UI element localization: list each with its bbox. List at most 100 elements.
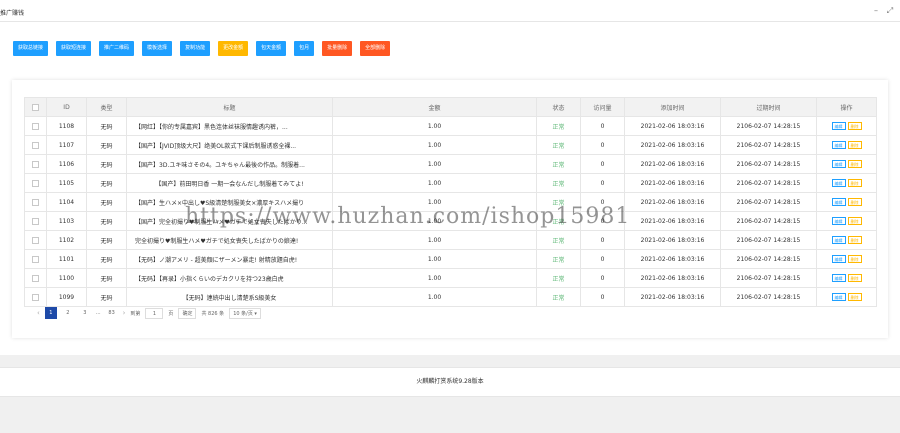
cell-added-time: 2021-02-06 18:03:16 bbox=[624, 230, 721, 250]
header-expire-time[interactable]: 过期时间 bbox=[720, 97, 817, 117]
delete-button[interactable]: 删除 bbox=[847, 236, 862, 244]
edit-button[interactable]: 编辑 bbox=[831, 141, 846, 149]
cell-amount: 1.00 bbox=[332, 249, 537, 269]
row-checkbox[interactable] bbox=[24, 287, 47, 307]
cell-id: 1100 bbox=[46, 268, 87, 288]
table-row[interactable]: 1103 无码 【国产】完全初撮り♥制服生ハメ♥ガチで処女喪失したばかり... 1.0… bbox=[24, 211, 877, 231]
cell-expire-time: 2106-02-07 14:28:15 bbox=[720, 249, 817, 269]
cell-added-time: 2021-02-06 18:03:16 bbox=[624, 211, 721, 231]
delete-button[interactable]: 删除 bbox=[847, 198, 862, 206]
cell-title: 【无码】【再录】小指くらいのデカクリを持つ23歳白虎 bbox=[126, 268, 333, 288]
delete-button[interactable]: 删除 bbox=[847, 217, 862, 225]
header-status[interactable]: 状态 bbox=[536, 97, 581, 117]
cell-title: 完全初撮り♥制服生ハメ♥ガチで処女喪失したばかりの娘達! bbox=[126, 230, 333, 250]
toolbar-button-5[interactable]: 复制功能 bbox=[180, 41, 211, 56]
cell-expire-time: 2106-02-07 14:28:15 bbox=[720, 230, 817, 250]
delete-button[interactable]: 删除 bbox=[847, 293, 862, 301]
goto-page-input[interactable]: 1 bbox=[145, 307, 164, 319]
toolbar-button-3[interactable]: 推广二维码 bbox=[99, 41, 135, 56]
table-row[interactable]: 1101 无码 【无码】ノ潮アメリ - 超美顔にザーメン暴走! 射精放題自虎! 1.0… bbox=[24, 249, 877, 269]
header-added-time[interactable]: 添加时间 bbox=[624, 97, 721, 117]
cell-visits: 0 bbox=[580, 135, 625, 155]
row-checkbox[interactable] bbox=[24, 173, 47, 193]
table-row[interactable]: 1099 无码 【无码】連続中出し清楚系S級美女 1.00 正常 0 2021-02-06 … bbox=[24, 287, 877, 307]
maximize-icon[interactable]: ⤢ bbox=[886, 7, 894, 15]
row-checkbox[interactable] bbox=[24, 135, 47, 155]
cell-type: 无码 bbox=[86, 230, 127, 250]
delete-button[interactable]: 删除 bbox=[847, 122, 862, 130]
header-amount[interactable]: 金额 bbox=[332, 97, 537, 117]
window-titlebar: 推广赚钱 – ⤢ bbox=[0, 0, 900, 22]
next-page-button[interactable]: › bbox=[123, 309, 126, 317]
table-row[interactable]: 1107 无码 【国产】【JVID顶级大尺】绝美OL款式下课后制服诱惑全裸... 1.… bbox=[24, 135, 877, 155]
page-last-button[interactable]: 83 bbox=[106, 307, 118, 319]
toolbar-button-6[interactable]: 更改金额 bbox=[218, 41, 249, 56]
edit-button[interactable]: 编辑 bbox=[831, 236, 846, 244]
delete-button[interactable]: 删除 bbox=[847, 160, 862, 168]
header-visits[interactable]: 访问量 bbox=[580, 97, 625, 117]
toolbar-button-2[interactable]: 获取短连接 bbox=[56, 41, 92, 56]
edit-button[interactable]: 编辑 bbox=[831, 217, 846, 225]
toolbar-button-9[interactable]: 批量删除 bbox=[322, 41, 353, 56]
edit-button[interactable]: 编辑 bbox=[831, 122, 846, 130]
cell-status: 正常 bbox=[536, 249, 581, 269]
edit-button[interactable]: 编辑 bbox=[831, 160, 846, 168]
row-checkbox[interactable] bbox=[24, 154, 47, 174]
page-3-button[interactable]: 3 bbox=[79, 307, 91, 319]
prev-page-button[interactable]: ‹ bbox=[37, 309, 40, 317]
page-ellipsis: ... bbox=[95, 310, 101, 316]
header-type[interactable]: 类型 bbox=[86, 97, 127, 117]
cell-title: 【网红】【你的专属嘉宾】黑色连体丝袜服情趣诱内裤，... bbox=[126, 116, 333, 136]
row-checkbox[interactable] bbox=[24, 230, 47, 250]
edit-button[interactable]: 编辑 bbox=[831, 293, 846, 301]
delete-button[interactable]: 删除 bbox=[847, 141, 862, 149]
delete-button[interactable]: 删除 bbox=[847, 274, 862, 282]
edit-button[interactable]: 编辑 bbox=[831, 255, 846, 263]
page-size-select[interactable]: 10 条/页 ▾ bbox=[229, 307, 261, 319]
cell-title: 【无码】ノ潮アメリ - 超美顔にザーメン暴走! 射精放題自虎! bbox=[126, 249, 333, 269]
cell-status: 正常 bbox=[536, 287, 581, 307]
cell-type: 无码 bbox=[86, 211, 127, 231]
toolbar-button-1[interactable]: 获取总链接 bbox=[13, 41, 49, 56]
cell-actions: 编辑 删除 bbox=[816, 211, 877, 231]
cell-amount: 1.00 bbox=[332, 287, 537, 307]
cell-added-time: 2021-02-06 18:03:16 bbox=[624, 192, 721, 212]
table-row[interactable]: 1108 无码 【网红】【你的专属嘉宾】黑色连体丝袜服情趣诱内裤，... 1.00 正常… bbox=[24, 116, 877, 136]
header-id[interactable]: ID bbox=[46, 97, 87, 117]
row-checkbox[interactable] bbox=[24, 249, 47, 269]
row-checkbox[interactable] bbox=[24, 116, 47, 136]
cell-actions: 编辑 删除 bbox=[816, 116, 877, 136]
delete-button[interactable]: 删除 bbox=[847, 179, 862, 187]
cell-expire-time: 2106-02-07 14:28:15 bbox=[720, 192, 817, 212]
cell-actions: 编辑 删除 bbox=[816, 135, 877, 155]
cell-id: 1099 bbox=[46, 287, 87, 307]
table-row[interactable]: 1106 无码 【国产】3D.ユキ味さその4。ユキちゃん最後の作品。制服着... 1.… bbox=[24, 154, 877, 174]
toolbar-button-8[interactable]: 包月 bbox=[294, 41, 315, 56]
edit-button[interactable]: 编辑 bbox=[831, 198, 846, 206]
goto-confirm-button[interactable]: 确定 bbox=[178, 307, 197, 319]
toolbar-button-4[interactable]: 模板选择 bbox=[142, 41, 173, 56]
edit-button[interactable]: 编辑 bbox=[831, 179, 846, 187]
header-title[interactable]: 标题 bbox=[126, 97, 333, 117]
table-row[interactable]: 1102 无码 完全初撮り♥制服生ハメ♥ガチで処女喪失したばかりの娘達! 1.00 正常… bbox=[24, 230, 877, 250]
minimize-icon[interactable]: – bbox=[872, 7, 880, 15]
row-checkbox[interactable] bbox=[24, 211, 47, 231]
edit-button[interactable]: 编辑 bbox=[831, 274, 846, 282]
cell-expire-time: 2106-02-07 14:28:15 bbox=[720, 154, 817, 174]
select-all-checkbox[interactable] bbox=[24, 97, 47, 117]
toolbar-button-10[interactable]: 全部删除 bbox=[360, 41, 391, 56]
row-checkbox[interactable] bbox=[24, 268, 47, 288]
page-2-button[interactable]: 2 bbox=[62, 307, 74, 319]
page-1-button[interactable]: 1 bbox=[44, 307, 57, 319]
table-row[interactable]: 1105 无码 【国产】前田明日香 一期一会なんだし制服着てみてよ! 1.00 正常 0 2… bbox=[24, 173, 877, 193]
cell-status: 正常 bbox=[536, 116, 581, 136]
cell-type: 无码 bbox=[86, 154, 127, 174]
delete-button[interactable]: 删除 bbox=[847, 255, 862, 263]
row-checkbox[interactable] bbox=[24, 192, 47, 212]
cell-title: 【国产】前田明日香 一期一会なんだし制服着てみてよ! bbox=[126, 173, 333, 193]
table-row[interactable]: 1100 无码 【无码】【再录】小指くらいのデカクリを持つ23歳白虎 1.00 正常 0 2… bbox=[24, 268, 877, 288]
cell-type: 无码 bbox=[86, 173, 127, 193]
toolbar-button-7[interactable]: 包天金额 bbox=[256, 41, 287, 56]
cell-status: 正常 bbox=[536, 230, 581, 250]
table-row[interactable]: 1104 无码 【国产】生ハメ×中出し♥S級清楚制服美女×濃厚キスハメ撮り 1.00 正… bbox=[24, 192, 877, 212]
